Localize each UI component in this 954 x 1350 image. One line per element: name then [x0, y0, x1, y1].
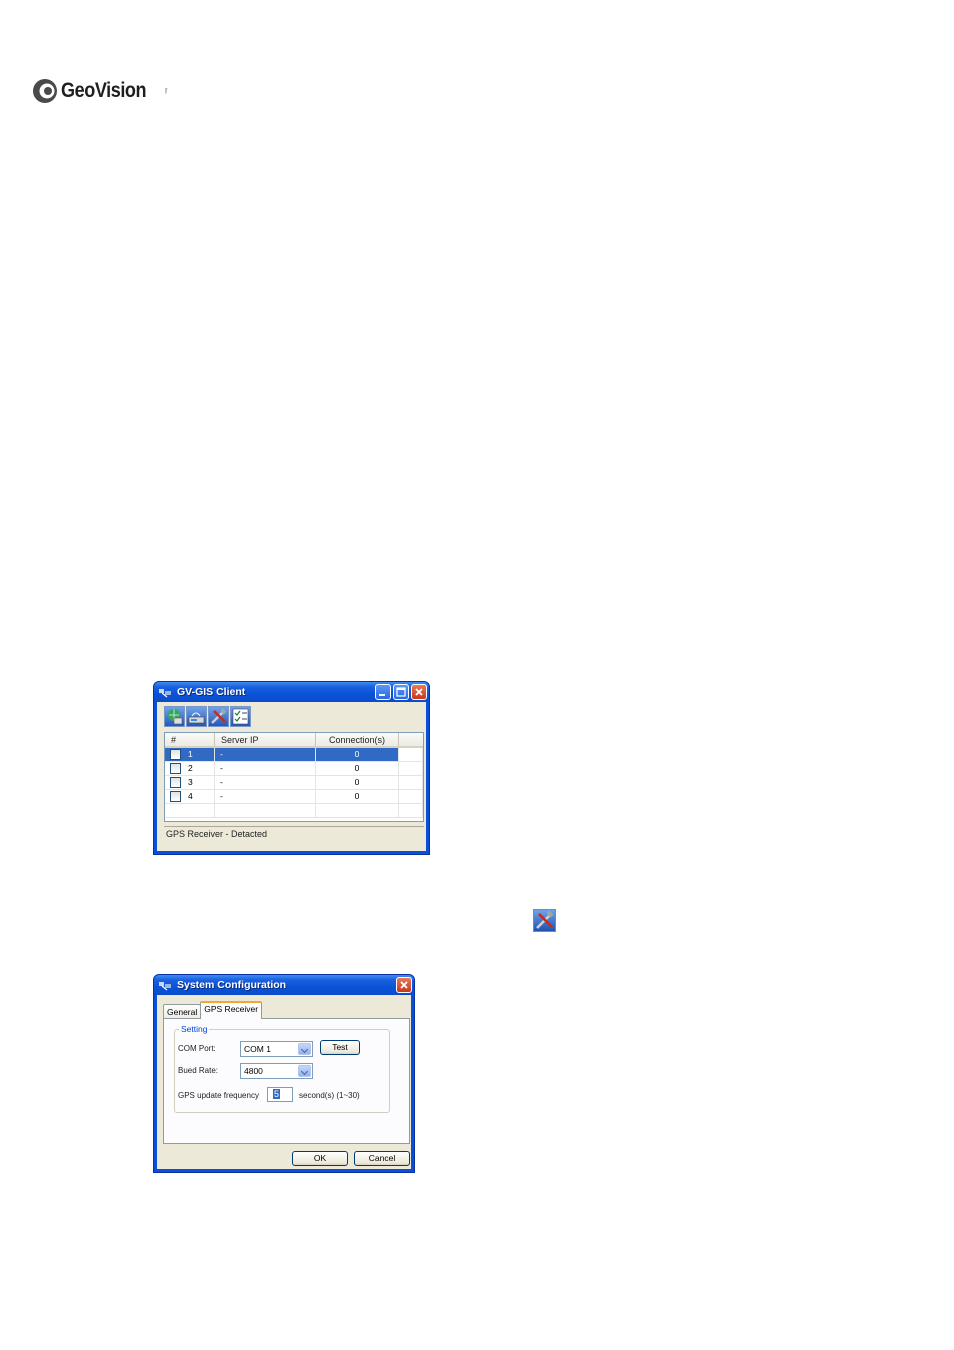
row-number: 4 — [188, 791, 193, 801]
gis-client-body: # Server IP Connection(s) 1 - 0 2 - 0 3 … — [157, 702, 426, 851]
row-server-ip: - — [215, 790, 316, 803]
maximize-icon — [396, 687, 406, 697]
column-header-number[interactable]: # — [165, 733, 215, 746]
row-number: 3 — [188, 777, 193, 787]
close-icon — [400, 981, 408, 989]
tools-icon — [211, 708, 227, 724]
close-button[interactable] — [396, 977, 412, 993]
system-configuration-title-bar[interactable]: System Configuration — [154, 975, 414, 995]
system-configuration-window: System Configuration General GPS Receive… — [153, 974, 415, 1173]
test-button[interactable]: Test — [320, 1040, 360, 1055]
system-configuration-body: General GPS Receiver Setting COM Port: C… — [157, 995, 411, 1169]
checklist-icon — [232, 708, 249, 725]
satellite-app-icon — [159, 689, 171, 698]
baud-rate-label: Bued Rate: — [178, 1066, 219, 1075]
minimize-icon — [379, 694, 385, 696]
tab-general[interactable]: General — [163, 1004, 202, 1019]
com-port-value: COM 1 — [244, 1044, 271, 1054]
globe-computer-icon — [168, 709, 183, 725]
config-tabs: General GPS Receiver — [163, 1000, 263, 1019]
chevron-down-icon[interactable] — [298, 1043, 311, 1055]
gis-client-title: GV-GIS Client — [177, 686, 246, 698]
row-checkbox[interactable] — [170, 749, 181, 760]
baud-rate-value: 4800 — [244, 1066, 263, 1076]
server-list[interactable]: # Server IP Connection(s) 1 - 0 2 - 0 3 … — [164, 732, 424, 822]
setting-group: Setting COM Port: COM 1 Test Bued Rate: … — [174, 1024, 390, 1113]
checklist-button[interactable] — [230, 706, 251, 727]
gis-client-toolbar — [164, 706, 251, 728]
row-number: 1 — [188, 749, 193, 759]
minimize-button[interactable] — [375, 684, 391, 700]
gps-device-icon — [188, 712, 205, 724]
row-server-ip: - — [215, 748, 316, 761]
maximize-button[interactable] — [393, 684, 409, 700]
row-number: 2 — [188, 763, 193, 773]
column-header-empty — [399, 733, 423, 746]
tab-gps-receiver[interactable]: GPS Receiver — [200, 1001, 263, 1019]
inline-tools-button — [533, 909, 556, 932]
com-port-label: COM Port: — [178, 1044, 216, 1053]
system-configuration-title: System Configuration — [177, 979, 287, 991]
gis-client-window: GV-GIS Client # Server IP Connection(s) … — [153, 681, 430, 855]
row-connections: 0 — [316, 748, 399, 761]
column-header-connections[interactable]: Connection(s) — [316, 733, 399, 746]
ok-button[interactable]: OK — [292, 1151, 348, 1166]
table-row[interactable]: 2 - 0 — [165, 762, 423, 776]
logo-text: GeoVision — [61, 79, 147, 102]
table-row[interactable]: 3 - 0 — [165, 776, 423, 790]
close-icon — [415, 688, 423, 696]
gps-update-frequency-label: GPS update frequency — [178, 1091, 259, 1100]
baud-rate-select[interactable]: 4800 — [240, 1063, 313, 1079]
row-checkbox[interactable] — [170, 777, 181, 788]
gps-receiver-panel: Setting COM Port: COM 1 Test Bued Rate: … — [163, 1018, 410, 1144]
connect-server-button[interactable] — [164, 706, 185, 727]
gps-update-frequency-value: 5 — [273, 1089, 281, 1099]
row-server-ip: - — [215, 776, 316, 789]
gps-update-frequency-suffix: second(s) (1~30) — [299, 1091, 360, 1100]
com-port-select[interactable]: COM 1 — [240, 1041, 313, 1057]
gis-client-title-bar[interactable]: GV-GIS Client — [154, 682, 429, 702]
setting-group-label: Setting — [179, 1024, 210, 1034]
row-connections: 0 — [316, 790, 399, 803]
table-row[interactable]: 1 - 0 — [165, 748, 423, 762]
server-list-header: # Server IP Connection(s) — [165, 733, 423, 748]
status-bar: GPS Receiver - Detacted — [164, 826, 424, 843]
cancel-button[interactable]: Cancel — [354, 1151, 410, 1166]
chevron-down-icon[interactable] — [298, 1065, 311, 1077]
row-server-ip: - — [215, 762, 316, 775]
satellite-app-icon — [159, 982, 171, 991]
geovision-logo: GeoVision — [32, 76, 160, 106]
geovision-logo-mark-icon — [33, 79, 57, 103]
gps-device-button[interactable] — [186, 706, 207, 727]
gps-update-frequency-input[interactable]: 5 — [267, 1087, 293, 1102]
logo-trademark: Inc. — [164, 88, 169, 95]
table-row[interactable]: 4 - 0 — [165, 790, 423, 804]
table-row-empty — [165, 804, 423, 818]
tools-icon — [536, 910, 554, 929]
row-checkbox[interactable] — [170, 791, 181, 802]
column-header-server-ip[interactable]: Server IP — [215, 733, 316, 746]
close-button[interactable] — [411, 684, 427, 700]
row-checkbox[interactable] — [170, 763, 181, 774]
row-connections: 0 — [316, 762, 399, 775]
row-connections: 0 — [316, 776, 399, 789]
configuration-button[interactable] — [208, 706, 229, 727]
